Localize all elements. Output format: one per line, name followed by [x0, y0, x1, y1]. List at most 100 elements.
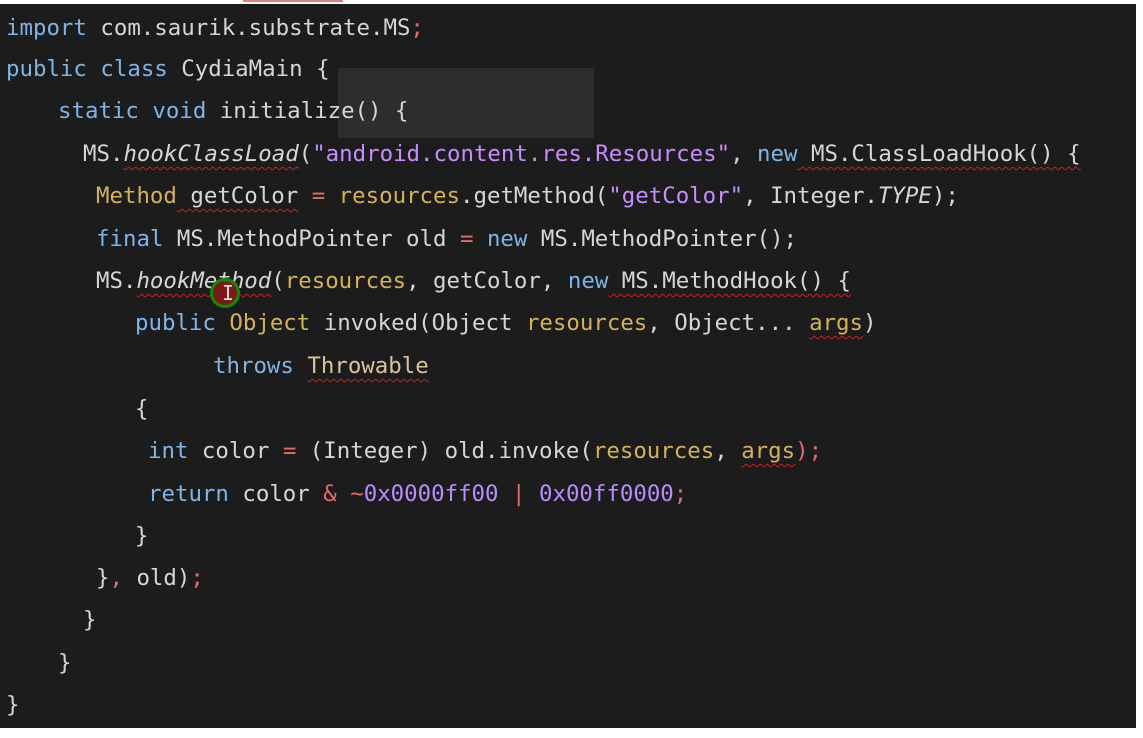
code-token: color: [228, 481, 324, 507]
code-token: =: [311, 183, 326, 209]
code-token: resources: [284, 268, 407, 294]
code-token: ;: [410, 15, 424, 41]
code-line[interactable]: Method getColor = resources.getMethod("g…: [96, 176, 959, 216]
code-token: args: [741, 438, 796, 464]
code-token: MS.: [83, 141, 124, 167]
text-cursor-icon: I: [222, 282, 234, 304]
code-line[interactable]: }: [58, 643, 71, 683]
code-line[interactable]: MS.hookClassLoad("android.content.res.Re…: [83, 134, 1081, 174]
code-line[interactable]: public Object invoked(Object resources, …: [135, 303, 876, 343]
code-token: MS.MethodHook() {: [608, 268, 851, 294]
code-token: hookClassLoad: [123, 141, 299, 167]
code-line[interactable]: static void initialize() {: [58, 91, 409, 131]
code-token: return: [148, 481, 229, 507]
code-token: );: [931, 183, 959, 209]
code-token: import: [6, 15, 87, 41]
code-line[interactable]: }, old);: [96, 558, 204, 598]
code-token: ,: [647, 310, 661, 336]
code-token: }: [135, 523, 149, 549]
code-token: Throwable: [307, 353, 429, 379]
code-token: resources: [592, 438, 715, 464]
code-token: static: [58, 98, 139, 124]
code-line[interactable]: final MS.MethodPointer old = new MS.Meth…: [96, 219, 797, 259]
code-token: getColor,: [419, 268, 555, 294]
code-token: hookMethod: [136, 268, 272, 294]
code-token: "android.content.res.Resources": [312, 141, 731, 167]
code-token: ,: [743, 183, 757, 209]
code-line[interactable]: import com.saurik.substrate.MS;: [6, 8, 424, 48]
code-token: ,: [109, 565, 123, 591]
code-token: old): [122, 565, 191, 591]
code-line[interactable]: return color & ~0x0000ff00 | 0x00ff0000;: [148, 474, 687, 514]
code-token: final: [96, 226, 164, 252]
code-editor[interactable]: import com.saurik.substrate.MS; public cl…: [0, 4, 1136, 728]
code-line[interactable]: }: [6, 685, 19, 725]
code-token: new: [757, 141, 798, 167]
code-token: ,: [406, 268, 420, 294]
code-token: .getMethod(: [460, 183, 609, 209]
code-token: &: [323, 481, 337, 507]
code-token: 0x00ff0000: [538, 481, 674, 507]
code-token: TYPE: [877, 183, 932, 209]
code-token: getColor: [176, 183, 299, 209]
code-token: resources: [338, 183, 460, 209]
code-line[interactable]: throws Throwable: [213, 346, 429, 386]
code-token: int: [148, 438, 189, 464]
code-line[interactable]: }: [83, 600, 96, 640]
code-token: Method: [96, 183, 177, 209]
code-token: initialize() {: [206, 98, 409, 124]
code-token: }: [96, 565, 110, 591]
top-edge-mark: [243, 0, 343, 2]
code-token: args: [809, 310, 863, 336]
code-line[interactable]: public class CydiaMain {: [6, 49, 330, 89]
code-token: =: [459, 226, 474, 252]
code-token: Object...: [660, 310, 810, 336]
code-token: 0x0000ff00: [363, 481, 499, 507]
code-token: resources: [525, 310, 648, 336]
code-token: new: [567, 268, 609, 294]
code-token: ;: [190, 565, 204, 591]
code-token: CydiaMain {: [167, 56, 330, 82]
code-line[interactable]: int color = (Integer) old.invoke(resourc…: [148, 431, 822, 471]
code-token: MS.MethodPointer();: [527, 226, 798, 252]
code-token: "getColor": [608, 183, 744, 209]
code-token: );: [795, 438, 823, 464]
code-token: class: [100, 56, 168, 82]
code-area[interactable]: import com.saurik.substrate.MS; public cl…: [0, 4, 1136, 728]
code-token: }: [58, 650, 72, 676]
code-token: new: [486, 226, 528, 252]
code-token: ): [862, 310, 877, 336]
code-token: throws: [213, 353, 294, 379]
code-token: ,: [730, 141, 744, 167]
code-token: }: [83, 607, 97, 633]
code-token: MS.MethodPointer old: [163, 226, 460, 252]
code-line[interactable]: }: [135, 516, 148, 556]
code-token: (: [298, 141, 313, 167]
code-token: com.saurik.substrate.MS: [86, 15, 411, 41]
code-token: Integer.: [756, 183, 878, 209]
code-token: void: [152, 98, 207, 124]
code-token: MS.: [96, 268, 137, 294]
code-token: (Integer) old.invoke(: [296, 438, 593, 464]
code-token: (: [271, 268, 285, 294]
code-token: |: [512, 481, 526, 507]
code-token: public: [135, 310, 216, 336]
code-token: public: [6, 56, 87, 82]
code-token: {: [135, 396, 149, 422]
code-token: color: [188, 438, 283, 464]
code-token: ;: [673, 481, 688, 507]
code-line[interactable]: {: [135, 389, 148, 429]
code-token: Object: [229, 310, 311, 336]
